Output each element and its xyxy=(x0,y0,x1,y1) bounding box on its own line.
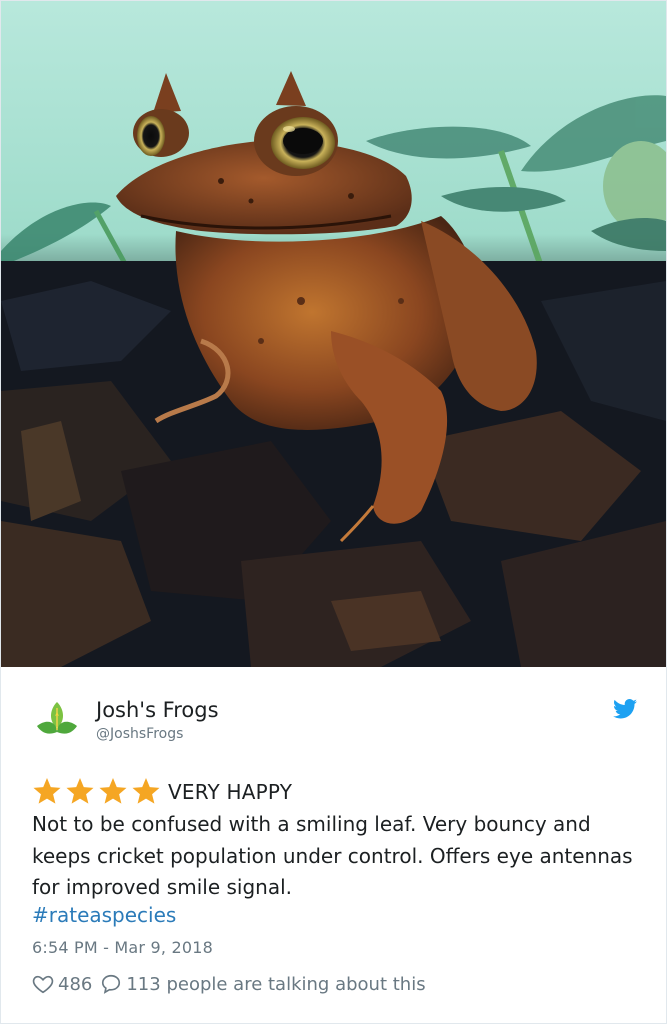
tweet-timestamp[interactable]: 6:54 PM - Mar 9, 2018 xyxy=(32,938,213,957)
hashtag-link[interactable]: #rateaspecies xyxy=(32,903,176,927)
star-icon xyxy=(131,778,161,806)
tweet-text: Not to be confused with a smiling leaf. … xyxy=(32,812,633,899)
author-handle[interactable]: @JoshsFrogs xyxy=(96,726,183,742)
frog-photo xyxy=(1,1,666,667)
heart-icon[interactable] xyxy=(32,973,54,995)
like-count[interactable]: 486 xyxy=(58,974,92,995)
tweet-screenshot: Josh's Frogs @JoshsFrogs VERY HAPPY Not … xyxy=(0,0,667,1024)
bird-icon[interactable] xyxy=(613,699,637,719)
rating-label: VERY HAPPY xyxy=(168,780,293,804)
author-display-name[interactable]: Josh's Frogs xyxy=(96,698,219,722)
star-icon xyxy=(98,778,128,806)
rating-row: VERY HAPPY xyxy=(32,777,292,807)
tweet-photo[interactable] xyxy=(1,1,666,667)
conversation-count[interactable]: 113 people are talking about this xyxy=(126,974,425,995)
star-icon xyxy=(65,778,95,806)
speech-bubble-icon[interactable] xyxy=(100,973,122,995)
tweet-actions: 486 113 people are talking about this xyxy=(32,971,426,997)
leaf-logo-icon[interactable] xyxy=(35,698,79,744)
star-icon xyxy=(32,778,62,806)
